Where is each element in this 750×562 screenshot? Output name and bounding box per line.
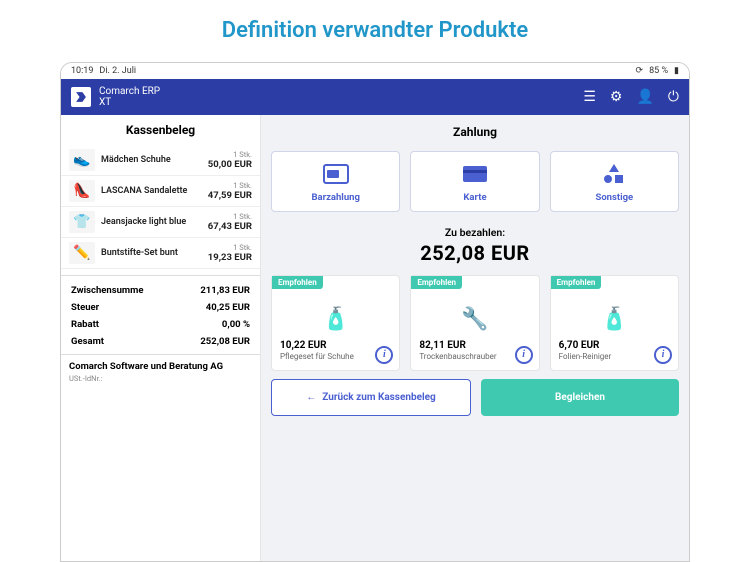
info-icon[interactable]: i: [654, 346, 672, 364]
pay-cash-label: Barzahlung: [278, 192, 393, 203]
tax-label: Steuer: [71, 302, 99, 313]
app-title: Comarch ERP XT: [99, 86, 160, 108]
rec-badge: Empfohlen: [411, 276, 462, 289]
pay-other[interactable]: Sonstige: [550, 151, 679, 212]
app-bar: Comarch ERP XT ☰ ⚙ 👤 ⏻: [61, 79, 689, 115]
settle-label: Begleichen: [555, 392, 605, 403]
rec-price: 82,11 EUR: [419, 340, 530, 351]
due-amount: 252,08 EUR: [271, 241, 679, 265]
battery-icon: ▮: [674, 66, 679, 76]
product-price: 19,23 EUR: [208, 252, 252, 263]
subtotal-label: Zwischensumme: [71, 285, 144, 296]
action-row: ← Zurück zum Kassenbeleg Begleichen: [271, 379, 679, 416]
receipt-row[interactable]: 👟 Mädchen Schuhe 1 Stk. 50,00 EUR: [61, 145, 260, 176]
shapes-icon: [557, 162, 672, 186]
status-bar: 10:19 Di. 2. Juli ⟳ 85 % ▮: [61, 63, 689, 79]
receipt-row[interactable]: 👠 LASCANA Sandalette 1 Stk. 47,59 EUR: [61, 176, 260, 207]
card-icon: [417, 162, 532, 186]
product-price: 50,00 EUR: [208, 159, 252, 170]
product-name: Jeansjacke light blue: [101, 217, 202, 227]
rec-card[interactable]: Empfohlen 🧴 6,70 EUR Folien-Reiniger i: [550, 275, 679, 371]
app-name-2: XT: [99, 97, 160, 108]
product-thumb: ✏️: [69, 242, 95, 264]
product-name: Buntstifte-Set bunt: [101, 248, 202, 258]
wallet-icon: [278, 162, 393, 186]
pay-card-label: Karte: [417, 192, 532, 203]
status-battery: 85 %: [649, 66, 668, 76]
arrow-left-icon: ←: [306, 392, 316, 403]
discount-value: 0,00 %: [222, 319, 250, 330]
sync-icon: ⟳: [636, 66, 644, 76]
product-name: LASCANA Sandalette: [101, 186, 202, 196]
product-qty: 1 Stk.: [208, 212, 252, 221]
product-thumb: 👟: [69, 149, 95, 171]
product-thumb: 👠: [69, 180, 95, 202]
status-date: Di. 2. Juli: [99, 66, 136, 76]
content: Kassenbeleg 👟 Mädchen Schuhe 1 Stk. 50,0…: [61, 115, 689, 561]
pay-other-label: Sonstige: [557, 192, 672, 203]
payment-title: Zahlung: [271, 125, 679, 139]
rec-price: 6,70 EUR: [559, 340, 670, 351]
rec-badge: Empfohlen: [551, 276, 602, 289]
rec-card[interactable]: Empfohlen 🧴 10,22 EUR Pflegeset für Schu…: [271, 275, 400, 371]
product-qty: 1 Stk.: [208, 150, 252, 159]
total-label: Gesamt: [71, 336, 104, 347]
ust-label: USt.-IdNr.:: [61, 374, 260, 383]
back-button[interactable]: ← Zurück zum Kassenbeleg: [271, 379, 471, 416]
page-heading: Definition verwandter Produkte: [0, 0, 750, 57]
product-qty: 1 Stk.: [208, 181, 252, 190]
payment-panel: Zahlung Barzahlung Karte: [261, 115, 689, 561]
pay-cash[interactable]: Barzahlung: [271, 151, 400, 212]
product-price: 67,43 EUR: [208, 221, 252, 232]
settle-button[interactable]: Begleichen: [481, 379, 679, 416]
receipt-panel: Kassenbeleg 👟 Mädchen Schuhe 1 Stk. 50,0…: [61, 115, 261, 561]
product-price: 47,59 EUR: [208, 190, 252, 201]
gear-icon[interactable]: ⚙: [610, 89, 623, 105]
info-icon[interactable]: i: [375, 346, 393, 364]
discount-label: Rabatt: [71, 319, 99, 330]
product-name: Mädchen Schuhe: [101, 155, 202, 165]
receipt-title: Kassenbeleg: [61, 115, 260, 145]
power-icon[interactable]: ⏻: [668, 89, 679, 105]
subtotal-value: 211,83 EUR: [200, 285, 250, 296]
recommendations: Empfohlen 🧴 10,22 EUR Pflegeset für Schu…: [271, 275, 679, 371]
totals-block: Zwischensumme211,83 EUR Steuer40,25 EUR …: [61, 275, 260, 354]
pay-card-btn[interactable]: Karte: [410, 151, 539, 212]
tax-value: 40,25 EUR: [206, 302, 250, 313]
due-label: Zu bezahlen:: [271, 226, 679, 239]
status-time: 10:19: [71, 66, 93, 76]
due-block: Zu bezahlen: 252,08 EUR: [271, 220, 679, 267]
app-name-1: Comarch ERP: [99, 86, 160, 97]
payment-options: Barzahlung Karte Sonstige: [271, 151, 679, 212]
product-qty: 1 Stk.: [208, 243, 252, 252]
rec-image: 🧴: [559, 302, 670, 336]
device-frame: 10:19 Di. 2. Juli ⟳ 85 % ▮ Comarch ERP X…: [60, 62, 690, 562]
app-logo: [71, 87, 91, 107]
rec-badge: Empfohlen: [272, 276, 323, 289]
back-label: Zurück zum Kassenbeleg: [322, 392, 436, 403]
rec-price: 10,22 EUR: [280, 340, 391, 351]
product-thumb: 👕: [69, 211, 95, 233]
rec-image: 🧴: [280, 302, 391, 336]
rec-card[interactable]: Empfohlen 🔧 82,11 EUR Trockenbauschraube…: [410, 275, 539, 371]
info-icon[interactable]: i: [515, 346, 533, 364]
rec-name: Trockenbauschrauber: [419, 352, 530, 362]
rec-image: 🔧: [419, 302, 530, 336]
total-value: 252,08 EUR: [200, 336, 250, 347]
receipt-row[interactable]: 👕 Jeansjacke light blue 1 Stk. 67,43 EUR: [61, 207, 260, 238]
receipt-icon[interactable]: ☰: [583, 89, 596, 105]
user-icon[interactable]: 👤: [636, 89, 653, 105]
company-name: Comarch Software und Beratung AG: [61, 354, 260, 374]
receipt-row[interactable]: ✏️ Buntstifte-Set bunt 1 Stk. 19,23 EUR: [61, 238, 260, 269]
